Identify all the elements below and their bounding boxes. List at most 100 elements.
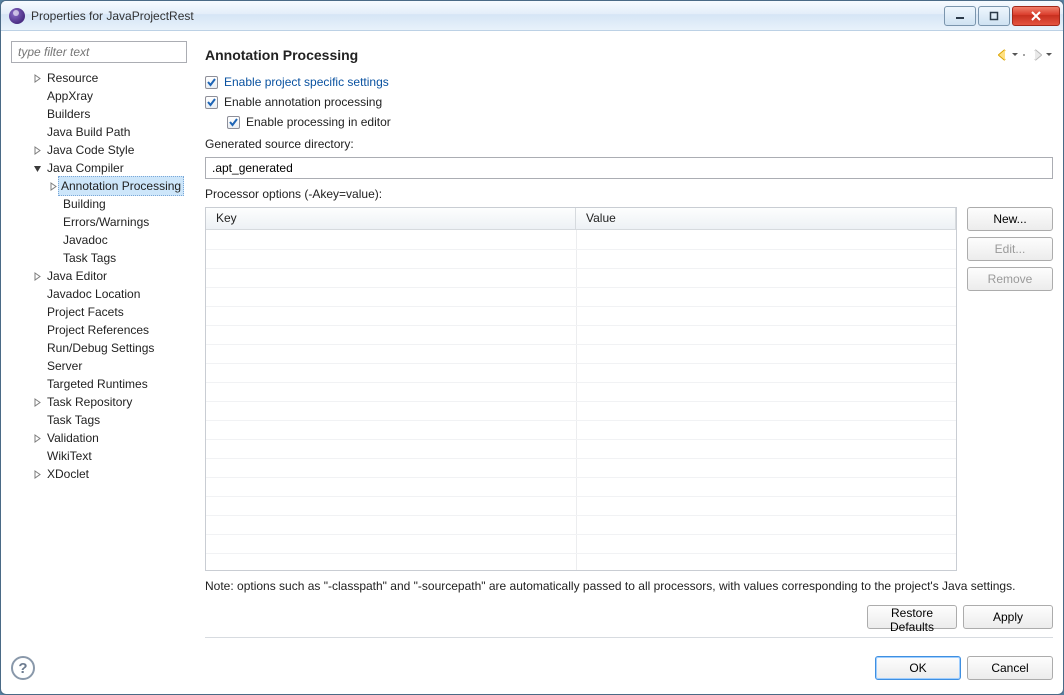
- tree-item-label: Resource: [45, 69, 100, 87]
- history-nav: [995, 47, 1053, 63]
- tree-item-label: Builders: [45, 105, 92, 123]
- tree-item-label: Project References: [45, 321, 151, 339]
- enable-project-specific-link[interactable]: Enable project specific settings: [224, 75, 389, 89]
- enable-annotation-label: Enable annotation processing: [224, 95, 382, 109]
- tree-item-label: Validation: [45, 429, 101, 447]
- tree-item[interactable]: WikiText: [11, 447, 197, 465]
- restore-defaults-button[interactable]: Restore Defaults: [867, 605, 957, 629]
- tree-item[interactable]: Javadoc: [11, 231, 197, 249]
- tree-item-label: Project Facets: [45, 303, 126, 321]
- check-icon: [228, 117, 239, 128]
- arrow-left-icon: [995, 47, 1011, 63]
- tree-item-label: Server: [45, 357, 84, 375]
- tree-item-label: Errors/Warnings: [61, 213, 151, 231]
- expand-icon[interactable]: [31, 72, 43, 84]
- tree-item[interactable]: AppXray: [11, 87, 197, 105]
- forward-button[interactable]: [1029, 47, 1053, 63]
- tree-item[interactable]: Builders: [11, 105, 197, 123]
- expand-icon[interactable]: [31, 270, 43, 282]
- check-icon: [206, 97, 217, 108]
- tree-item[interactable]: Task Tags: [11, 411, 197, 429]
- arrow-right-icon: [1029, 47, 1045, 63]
- enable-editor-label: Enable processing in editor: [246, 115, 391, 129]
- back-button[interactable]: [995, 47, 1019, 63]
- titlebar[interactable]: Properties for JavaProjectRest: [1, 1, 1063, 31]
- tree-item[interactable]: Java Editor: [11, 267, 197, 285]
- tree-item[interactable]: Targeted Runtimes: [11, 375, 197, 393]
- tree-item-label: Task Tags: [45, 411, 102, 429]
- tree-item[interactable]: Validation: [11, 429, 197, 447]
- edit-button[interactable]: Edit...: [967, 237, 1053, 261]
- dropdown-icon: [1045, 47, 1053, 63]
- minimize-button[interactable]: [944, 6, 976, 26]
- tree-item-label: Run/Debug Settings: [45, 339, 156, 357]
- processor-options-table[interactable]: Key Value: [205, 207, 957, 571]
- enable-processing-in-editor-checkbox[interactable]: [227, 116, 240, 129]
- separator-icon: [1021, 47, 1027, 63]
- tree-item[interactable]: Annotation Processing: [11, 177, 197, 195]
- dropdown-icon: [1011, 47, 1019, 63]
- enable-annotation-processing-checkbox[interactable]: [205, 96, 218, 109]
- filter-input[interactable]: [11, 41, 187, 63]
- properties-dialog: Properties for JavaProjectRest ResourceA…: [0, 0, 1064, 695]
- expand-icon[interactable]: [31, 144, 43, 156]
- tree-item[interactable]: Project Facets: [11, 303, 197, 321]
- processor-options-label: Processor options (-Akey=value):: [205, 187, 1053, 201]
- tree-item-label: Java Build Path: [45, 123, 132, 141]
- enable-project-specific-checkbox[interactable]: [205, 76, 218, 89]
- generated-source-input[interactable]: [205, 157, 1053, 179]
- expand-icon[interactable]: [31, 432, 43, 444]
- tree-item[interactable]: Building: [11, 195, 197, 213]
- help-icon: ?: [18, 660, 27, 677]
- tree-item-label: Java Code Style: [45, 141, 136, 159]
- note-text: Note: options such as "-classpath" and "…: [205, 579, 1053, 593]
- tree-item[interactable]: Java Build Path: [11, 123, 197, 141]
- app-icon: [9, 8, 25, 24]
- tree-item-label: Building: [61, 195, 108, 213]
- tree-item[interactable]: Task Tags: [11, 249, 197, 267]
- help-button[interactable]: ?: [11, 656, 35, 680]
- minimize-icon: [955, 11, 965, 21]
- tree-item[interactable]: Errors/Warnings: [11, 213, 197, 231]
- tree-item[interactable]: Run/Debug Settings: [11, 339, 197, 357]
- tree-item-label: WikiText: [45, 447, 94, 465]
- new-button[interactable]: New...: [967, 207, 1053, 231]
- tree-item[interactable]: Javadoc Location: [11, 285, 197, 303]
- close-icon: [1030, 11, 1042, 21]
- cancel-button[interactable]: Cancel: [967, 656, 1053, 680]
- column-header-value[interactable]: Value: [576, 208, 956, 229]
- tree-item-label: Targeted Runtimes: [45, 375, 150, 393]
- dialog-footer: ? OK Cancel: [1, 644, 1063, 694]
- column-header-key[interactable]: Key: [206, 208, 576, 229]
- tree-item[interactable]: Task Repository: [11, 393, 197, 411]
- tree-item[interactable]: Java Compiler: [11, 159, 197, 177]
- tree-item[interactable]: Resource: [11, 69, 197, 87]
- maximize-button[interactable]: [978, 6, 1010, 26]
- remove-button[interactable]: Remove: [967, 267, 1053, 291]
- tree-item-label: Javadoc Location: [45, 285, 142, 303]
- window-title: Properties for JavaProjectRest: [31, 9, 194, 23]
- tree-item[interactable]: Server: [11, 357, 197, 375]
- category-tree[interactable]: ResourceAppXrayBuildersJava Build PathJa…: [11, 69, 197, 644]
- maximize-icon: [989, 11, 999, 21]
- ok-button[interactable]: OK: [875, 656, 961, 680]
- collapse-icon[interactable]: [31, 162, 43, 174]
- apply-button[interactable]: Apply: [963, 605, 1053, 629]
- tree-item-label: XDoclet: [45, 465, 91, 483]
- expand-icon[interactable]: [31, 468, 43, 480]
- main-panel: Annotation Processing: [205, 41, 1053, 644]
- page-title: Annotation Processing: [205, 47, 358, 63]
- tree-item[interactable]: XDoclet: [11, 465, 197, 483]
- tree-item-label: Task Tags: [61, 249, 118, 267]
- tree-item-label: Java Editor: [45, 267, 109, 285]
- tree-item-label: Java Compiler: [45, 159, 126, 177]
- tree-item[interactable]: Project References: [11, 321, 197, 339]
- check-icon: [206, 77, 217, 88]
- generated-source-label: Generated source directory:: [205, 137, 1053, 151]
- table-body[interactable]: [206, 230, 956, 570]
- tree-item-label: AppXray: [45, 87, 95, 105]
- category-sidebar: ResourceAppXrayBuildersJava Build PathJa…: [11, 41, 197, 644]
- close-button[interactable]: [1012, 6, 1060, 26]
- expand-icon[interactable]: [31, 396, 43, 408]
- tree-item[interactable]: Java Code Style: [11, 141, 197, 159]
